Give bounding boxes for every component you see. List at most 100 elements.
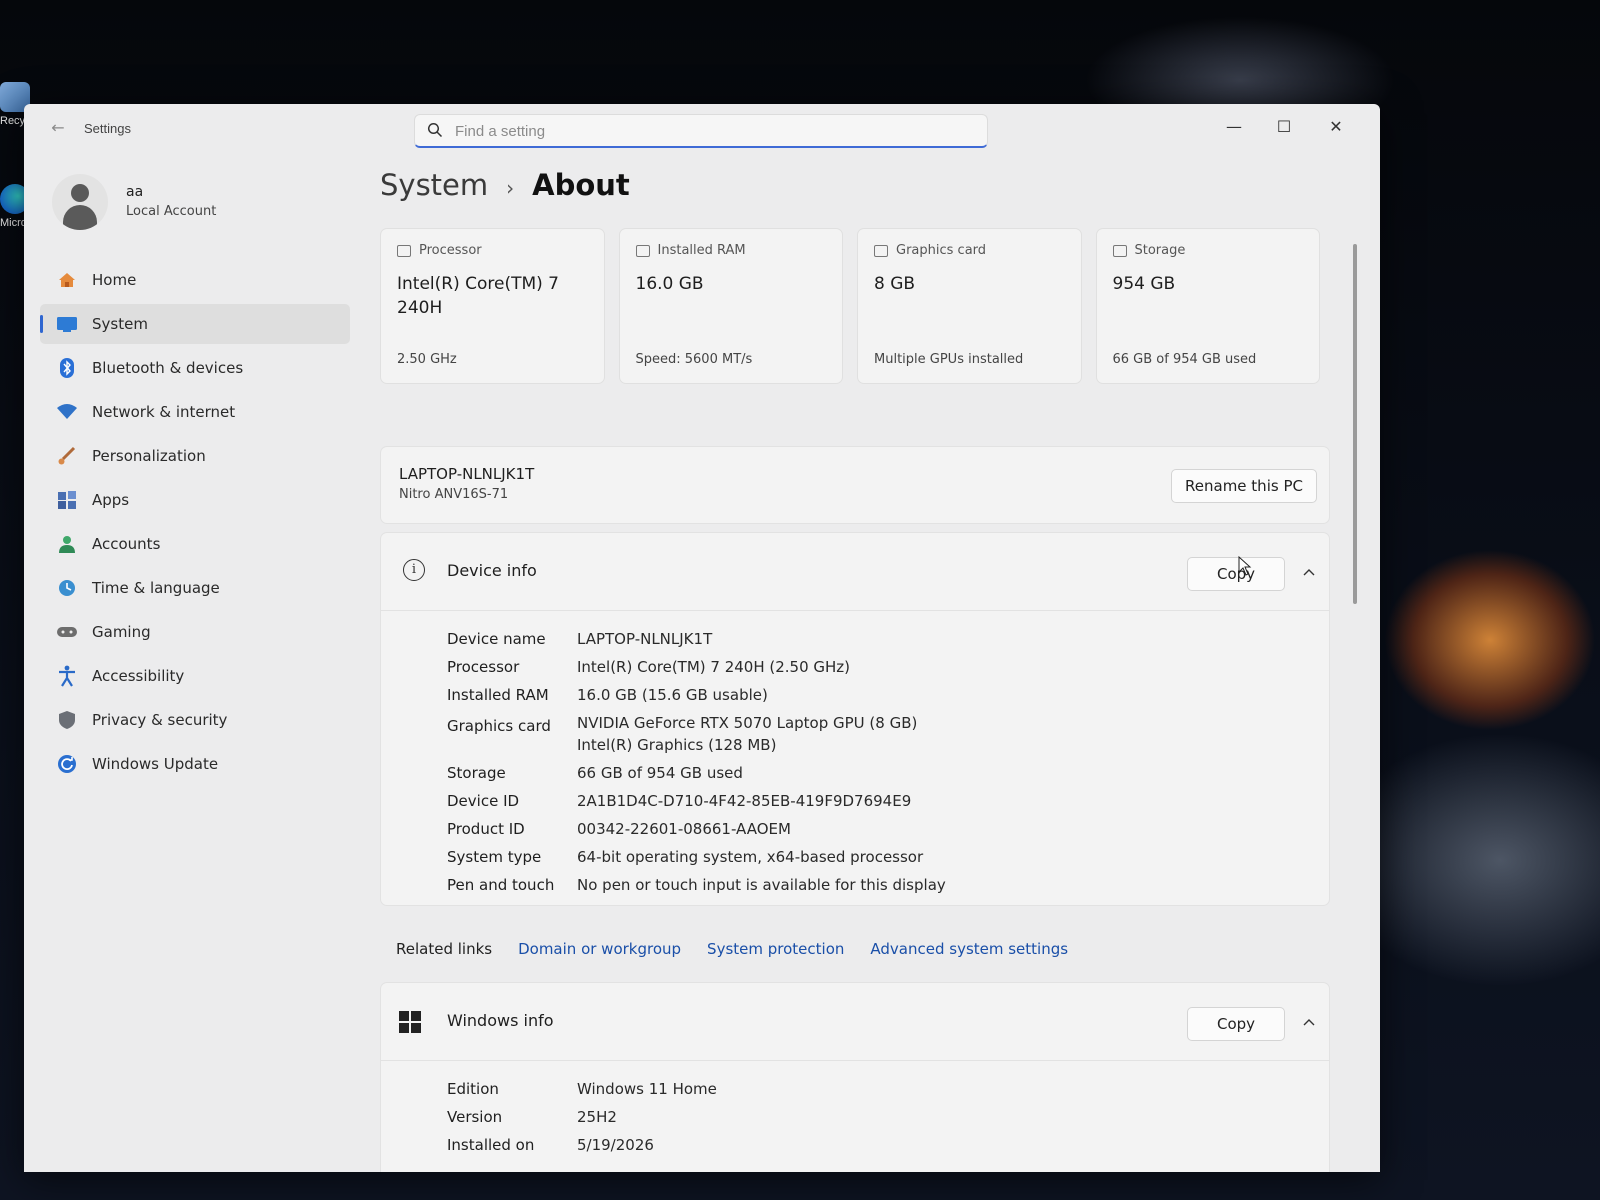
minimize-icon: — [1226,117,1242,136]
vertical-scrollbar[interactable] [1353,244,1357,604]
spec-label: Installed RAM [657,243,746,258]
sidebar-item-gaming[interactable]: Gaming [40,612,350,652]
breadcrumb-parent[interactable]: System [380,168,488,202]
user-name: aa [126,184,144,200]
search-box[interactable] [414,114,988,148]
section-title: Device info [447,561,537,580]
info-row: Processor Intel(R) Core(TM) 7 240H (2.50 … [447,653,1307,681]
windows-info-header[interactable]: Windows info Copy [381,983,1329,1061]
info-value: 00342-22601-08661-AAOEM [577,820,791,838]
sidebar-item-bluetooth[interactable]: Bluetooth & devices [40,348,350,388]
spec-sub: 66 GB of 954 GB used [1112,352,1257,367]
sidebar-item-accounts[interactable]: Accounts [40,524,350,564]
info-value: 5/19/2026 [577,1136,654,1154]
processor-icon [397,244,411,257]
breadcrumb: System › About [380,168,630,212]
info-value: LAPTOP-NLNLJK1T [577,630,713,648]
arrow-left-icon: ← [51,118,65,137]
sidebar-item-accessibility[interactable]: Accessibility [40,656,350,696]
spec-cards: Processor Intel(R) Core(TM) 7 240H 2.50 … [380,228,1320,384]
info-icon: i [403,559,425,581]
sidebar-item-label: Accounts [92,535,161,553]
windows-info-section: Windows info Copy Edition Windows 11 Home… [380,982,1330,1172]
info-row: Installed RAM 16.0 GB (15.6 GB usable) [447,681,1307,709]
app-title: Settings [84,121,131,136]
sidebar-nav: Home System Bluetooth & devices Network … [40,260,350,788]
sidebar-item-home[interactable]: Home [40,260,350,300]
search-input[interactable] [455,121,955,141]
info-value-line: Intel(R) Graphics (128 MB) [577,736,777,754]
info-key: Installed on [447,1136,535,1154]
user-profile[interactable]: aa Local Account [52,174,352,234]
pc-name: LAPTOP-NLNLJK1T [399,465,535,483]
info-key: Edition [447,1080,499,1098]
sidebar-item-label: Windows Update [92,755,219,773]
windows-logo-icon [399,1011,421,1033]
info-key: Pen and touch [447,876,555,894]
mouse-cursor-icon [1238,556,1252,576]
device-info-header[interactable]: i Device info Copy [381,533,1329,611]
copy-windows-info-button[interactable]: Copy [1187,1007,1285,1041]
sidebar-item-time-language[interactable]: Time & language [40,568,350,608]
spec-label: Processor [419,243,482,258]
sidebar-item-system[interactable]: System [40,304,350,344]
related-links: Related links Domain or workgroup System… [380,922,1330,976]
sidebar-item-windows-update[interactable]: Windows Update [40,744,350,784]
back-button[interactable]: ← [46,118,70,138]
brush-icon [56,445,78,467]
maximize-icon: ☐ [1276,117,1292,136]
info-row: Version 25H2 [447,1103,1307,1131]
sidebar-item-network[interactable]: Network & internet [40,392,350,432]
info-key: System type [447,848,542,866]
info-key: Storage [447,764,506,782]
info-key: Installed RAM [447,686,549,704]
wifi-icon [56,401,78,423]
ram-icon [635,244,650,257]
info-value: Windows 11 Home [577,1080,717,1098]
gpu-icon [874,244,888,257]
chevron-up-icon[interactable] [1299,1013,1319,1033]
sidebar-item-label: Time & language [92,579,220,597]
spec-sub: Multiple GPUs installed [874,352,1024,367]
person-icon [56,533,78,555]
sidebar-item-apps[interactable]: Apps [40,480,350,520]
apps-icon [56,489,78,511]
sidebar-item-personalization[interactable]: Personalization [40,436,350,476]
minimize-button[interactable]: — [1212,112,1256,142]
rename-pc-button[interactable]: Rename this PC [1171,469,1317,503]
close-icon: ✕ [1329,117,1343,136]
sidebar: aa Local Account Home System Bluetooth &… [24,152,364,1172]
account-type: Local Account [126,204,217,219]
link-domain-workgroup[interactable]: Domain or workgroup [518,940,681,958]
info-row: Product ID 00342-22601-08661-AAOEM [447,815,1307,843]
pc-model: Nitro ANV16S-71 [399,487,509,502]
sidebar-item-label: Gaming [92,623,151,641]
sidebar-item-label: Apps [92,491,130,509]
link-system-protection[interactable]: System protection [707,940,844,958]
spec-card-processor: Processor Intel(R) Core(TM) 7 240H 2.50 … [380,228,605,384]
link-advanced-system-settings[interactable]: Advanced system settings [870,940,1068,958]
refresh-icon [56,753,78,775]
info-row: Pen and touch No pen or touch input is av… [447,871,1307,899]
info-row: Storage 66 GB of 954 GB used [447,759,1307,787]
copy-device-info-button[interactable]: Copy [1187,557,1285,591]
sidebar-item-label: Bluetooth & devices [92,359,244,377]
spec-card-graphics: Graphics card 8 GB Multiple GPUs install… [857,228,1082,384]
info-value: 66 GB of 954 GB used [577,764,743,782]
device-info-list: Device name LAPTOP-NLNLJK1T Processor Inte… [447,625,1307,899]
info-value: Intel(R) Core(TM) 7 240H (2.50 GHz) [577,658,851,676]
avatar [52,174,108,230]
home-icon [56,269,78,291]
sidebar-item-privacy[interactable]: Privacy & security [40,700,350,740]
globe-clock-icon [56,577,78,599]
info-row: Graphics card NVIDIA GeForce RTX 5070 Lap… [447,709,1307,759]
spec-label: Graphics card [896,243,987,258]
info-value: 64-bit operating system, x64-based proce… [577,848,924,866]
info-row: Device ID 2A1B1D4C-D710-4F42-85EB-419F9D7… [447,787,1307,815]
info-value: NVIDIA GeForce RTX 5070 Laptop GPU (8 GB… [577,712,917,756]
chevron-up-icon[interactable] [1299,563,1319,583]
maximize-button[interactable]: ☐ [1262,112,1306,142]
close-button[interactable]: ✕ [1314,112,1358,142]
gamepad-icon [56,621,78,643]
spec-value: 8 GB [874,274,916,294]
